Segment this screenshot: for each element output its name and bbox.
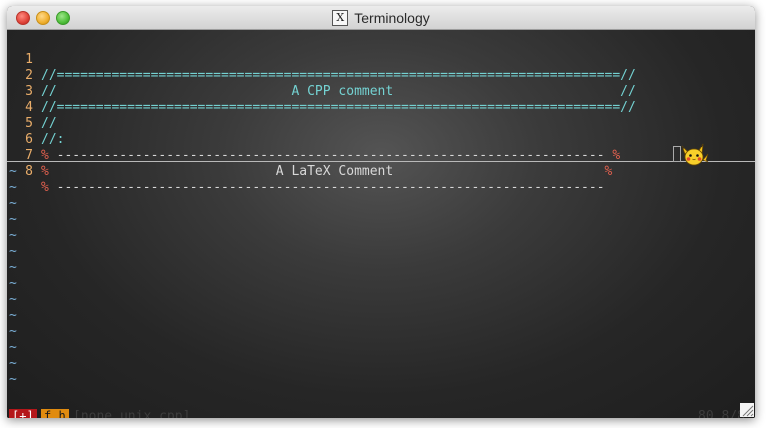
cursor-line-underline: [7, 161, 755, 162]
tilde-marker: ~: [9, 212, 17, 227]
tilde-marker: ~: [9, 164, 17, 179]
tilde-marker: ~: [9, 308, 17, 323]
pikachu-icon: [681, 143, 709, 166]
window-title: Terminology: [354, 9, 430, 26]
editor-line: 4 //: [7, 84, 755, 131]
status-bar: [+] f.h [none.unix.cpp] 80,8/8: [7, 408, 755, 418]
filename-badge: f.h: [41, 409, 69, 418]
percent-marker: %: [41, 180, 57, 195]
line-text: A LaTeX Comment: [56, 164, 605, 179]
tilde-marker: ~: [9, 340, 17, 355]
editor-line: 2 // A CPP comment //: [7, 52, 755, 99]
title-bar[interactable]: X Terminology: [7, 6, 755, 30]
percent-marker: %: [604, 164, 613, 179]
tilde-marker: ~: [9, 372, 17, 387]
editor-line: 3 //====================================…: [7, 68, 755, 115]
editor-line: 7 % A LaTeX Comment %: [7, 132, 755, 179]
tilde-marker: ~: [9, 260, 17, 275]
tilde-marker: ~: [9, 180, 17, 195]
tilde-marker: ~: [9, 228, 17, 243]
tilde-marker: ~: [9, 324, 17, 339]
terminal-area[interactable]: 1 //====================================…: [7, 30, 755, 418]
modified-badge: [+]: [9, 409, 37, 418]
editor-line: 5 //:: [7, 100, 755, 147]
x11-icon: X: [332, 9, 349, 26]
terminal-window: X Terminology 1 //======================…: [7, 6, 755, 418]
tilde-marker: ~: [9, 356, 17, 371]
line-text: ----------------------------------------…: [56, 180, 605, 195]
cursor-position: 80,8/8: [698, 409, 745, 418]
editor-line: 6 % ------------------------------------…: [7, 116, 755, 163]
tilde-marker: ~: [9, 196, 17, 211]
resize-grip-icon[interactable]: [740, 403, 754, 417]
tilde-marker: ~: [9, 244, 17, 259]
file-format-info: [none.unix.cpp]: [73, 409, 191, 418]
tilde-marker: ~: [9, 292, 17, 307]
tilde-marker: ~: [9, 276, 17, 291]
editor-line: 1 //====================================…: [7, 36, 755, 83]
